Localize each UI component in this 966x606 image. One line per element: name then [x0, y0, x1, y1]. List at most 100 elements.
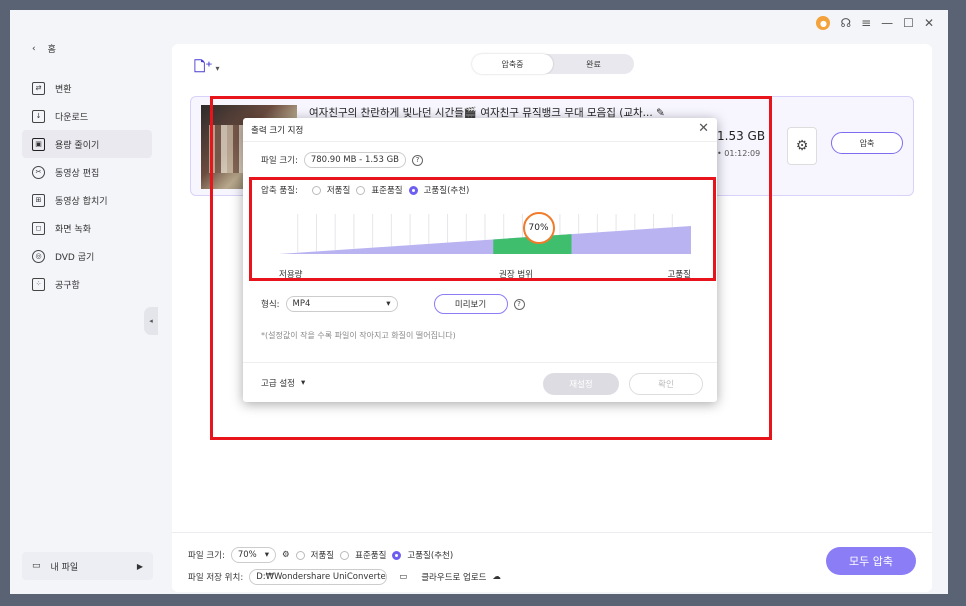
save-path-label: 파일 저장 위치: [188, 573, 244, 583]
my-files-button[interactable]: ▭ 내 파일 ▶ [22, 552, 153, 580]
screen-record-icon: ◻ [32, 221, 45, 235]
maximize-icon[interactable]: ☐ [903, 16, 914, 30]
quality-slider-track [279, 214, 691, 254]
format-row: 형식: MP4 ▾ 미리보기 ? [261, 294, 525, 314]
radio-high-quality[interactable] [392, 550, 402, 560]
scissors-icon: ✂ [32, 165, 45, 179]
file-size-label: 파일 크기: [188, 551, 225, 561]
bottom-bar: 파일 크기: 70% ▾ ⚙ 저품질 표준품질 고품질(추천) 파일 저장 위치:… [172, 532, 932, 592]
toolbox-icon: ⁘ [32, 277, 45, 291]
slider-label-low: 저용량 [279, 270, 303, 280]
headset-support-icon[interactable]: ☊ [840, 16, 851, 30]
dialog-header: 출력 크기 지정 ✕ [243, 118, 717, 142]
file-size-label: 파일 크기: [261, 156, 298, 166]
output-size-dialog: 출력 크기 지정 ✕ 파일 크기: 780.90 MB - 1.53 GB ? … [243, 118, 717, 402]
sidebar-item-download[interactable]: ↓ 다운로드 [22, 102, 152, 130]
dialog-title: 출력 크기 지정 [251, 126, 304, 136]
sidebar-item-label: 다운로드 [55, 112, 89, 123]
add-file-icon: 🗋⁺ [194, 59, 213, 75]
sidebar: ‹ 홈 ⇄ 변환 ↓ 다운로드 ▣ 용량 줄이기 ✂ 동영상 편집 ⊞ 동영상 합치기 ◻… [10, 10, 158, 594]
file-size: 1.53 GB [717, 129, 766, 143]
folder-open-icon[interactable]: ▭ [399, 572, 407, 582]
cloud-upload-label[interactable]: 클라우드로 업로드 [421, 571, 486, 583]
help-icon[interactable]: ? [412, 154, 423, 166]
home-label: 홈 [47, 45, 56, 55]
chevron-right-icon: ▶ [136, 561, 143, 571]
help-icon[interactable]: ? [513, 298, 525, 310]
file-duration: • 01:12:09 [717, 149, 761, 158]
chevron-down-icon: ▾ [212, 64, 220, 73]
slider-label-recommended: 권장 범위 [499, 270, 533, 280]
quality-slider[interactable]: 70% [279, 212, 691, 254]
sidebar-item-convert[interactable]: ⇄ 변환 [22, 74, 152, 102]
window-controls: ● ☊ ≡ — ☐ ✕ [816, 16, 934, 30]
dialog-file-size-row: 파일 크기: 780.90 MB - 1.53 GB ? [261, 152, 423, 168]
menu-icon[interactable]: ≡ [861, 16, 871, 30]
radio-low-quality[interactable] [311, 185, 321, 195]
bottom-quality-row: 파일 크기: 70% ▾ ⚙ 저품질 표준품질 고품질(추천) [188, 547, 453, 563]
chevron-down-icon: ▾ [386, 299, 391, 309]
tab-completed[interactable]: 완료 [553, 54, 634, 74]
sidebar-item-label: 동영상 편집 [55, 168, 100, 179]
chevron-left-icon: ‹ [32, 43, 36, 54]
compress-settings-button[interactable]: ⚙ [787, 127, 817, 165]
sidebar-item-label: 변환 [55, 84, 72, 95]
dialog-note: *(설정값이 작을 수록 파일이 작아지고 화질이 떨어집니다) [261, 331, 456, 340]
app-window: ● ☊ ≡ — ☐ ✕ ‹ 홈 ⇄ 변환 ↓ 다운로드 ▣ 용량 줄이기 ✂ 동영상 편… [10, 10, 948, 594]
bottom-path-row: 파일 저장 위치: D:₩Wondershare UniConverte▾ ▭ … [188, 569, 501, 585]
sidebar-nav: ⇄ 변환 ↓ 다운로드 ▣ 용량 줄이기 ✂ 동영상 편집 ⊞ 동영상 합치기 ◻ 화면 녹… [22, 74, 152, 298]
sidebar-item-dvd-burn[interactable]: ◎ DVD 굽기 [22, 242, 152, 270]
slider-handle[interactable]: 70% [522, 212, 555, 244]
format-select[interactable]: MP4 ▾ [285, 296, 398, 312]
minimize-icon[interactable]: — [881, 16, 893, 30]
close-window-icon[interactable]: ✕ [924, 16, 934, 30]
sidebar-item-toolbox[interactable]: ⁘ 공구함 [22, 270, 152, 298]
status-tabs: 압축중 완료 [472, 54, 634, 74]
compress-icon: ▣ [32, 137, 45, 151]
compress-all-button[interactable]: 모두 압축 [826, 547, 916, 575]
sidebar-item-video-edit[interactable]: ✂ 동영상 편집 [22, 158, 152, 186]
chevron-down-icon: ▾ [264, 550, 270, 560]
file-size-select[interactable]: 70% ▾ [230, 547, 277, 563]
sidebar-item-video-merge[interactable]: ⊞ 동영상 합치기 [22, 186, 152, 214]
sidebar-item-label: 동영상 합치기 [55, 196, 108, 207]
sidebar-item-screen-record[interactable]: ◻ 화면 녹화 [22, 214, 152, 242]
sidebar-item-label: 용량 줄이기 [55, 140, 100, 151]
sidebar-collapse-toggle[interactable]: ◂ [144, 307, 158, 335]
reset-button[interactable]: 재설정 [543, 373, 619, 395]
compress-settings-icon[interactable]: ⚙ [282, 550, 290, 560]
save-path-select[interactable]: D:₩Wondershare UniConverte▾ [249, 569, 388, 585]
disc-icon: ◎ [32, 249, 45, 263]
compress-button[interactable]: 압축 [831, 132, 903, 154]
file-size-range: 780.90 MB - 1.53 GB [303, 152, 406, 168]
cloud-icon[interactable]: ☁ [493, 572, 502, 582]
close-icon[interactable]: ✕ [698, 121, 709, 136]
radio-high-quality[interactable] [408, 185, 418, 195]
convert-icon: ⇄ [32, 81, 45, 95]
add-file-button[interactable]: 🗋⁺ ▾ [194, 56, 219, 80]
chevron-down-icon: ▾ [300, 378, 306, 388]
home-link[interactable]: ‹ 홈 [32, 42, 56, 56]
advanced-settings-toggle[interactable]: 고급 설정 ▾ [261, 377, 305, 389]
slider-label-high: 고품질 [667, 270, 691, 280]
settings-file-icon: ⚙ [795, 138, 809, 154]
radio-low-quality[interactable] [295, 550, 305, 560]
radio-standard-quality[interactable] [340, 550, 350, 560]
format-label: 형식: [261, 300, 280, 310]
user-avatar-icon[interactable]: ● [816, 16, 831, 30]
dialog-footer: 고급 설정 ▾ 재설정 확인 [243, 362, 717, 402]
sidebar-item-label: 화면 녹화 [55, 224, 91, 235]
quality-label: 압축 품질: [261, 186, 298, 196]
folder-icon: ▭ [32, 561, 41, 571]
merge-icon: ⊞ [32, 193, 45, 207]
download-icon: ↓ [32, 109, 45, 123]
tab-compressing[interactable]: 압축중 [472, 54, 553, 74]
sidebar-item-compress[interactable]: ▣ 용량 줄이기 [22, 130, 152, 158]
sidebar-item-label: DVD 굽기 [55, 252, 95, 263]
my-files-label: 내 파일 [50, 562, 79, 573]
radio-standard-quality[interactable] [356, 185, 366, 195]
quality-radio-row: 압축 품질: 저품질 표준품질 고품질(추천) [261, 185, 470, 196]
ok-button[interactable]: 확인 [629, 373, 703, 395]
sidebar-item-label: 공구함 [55, 280, 80, 291]
preview-button[interactable]: 미리보기 [433, 294, 508, 314]
